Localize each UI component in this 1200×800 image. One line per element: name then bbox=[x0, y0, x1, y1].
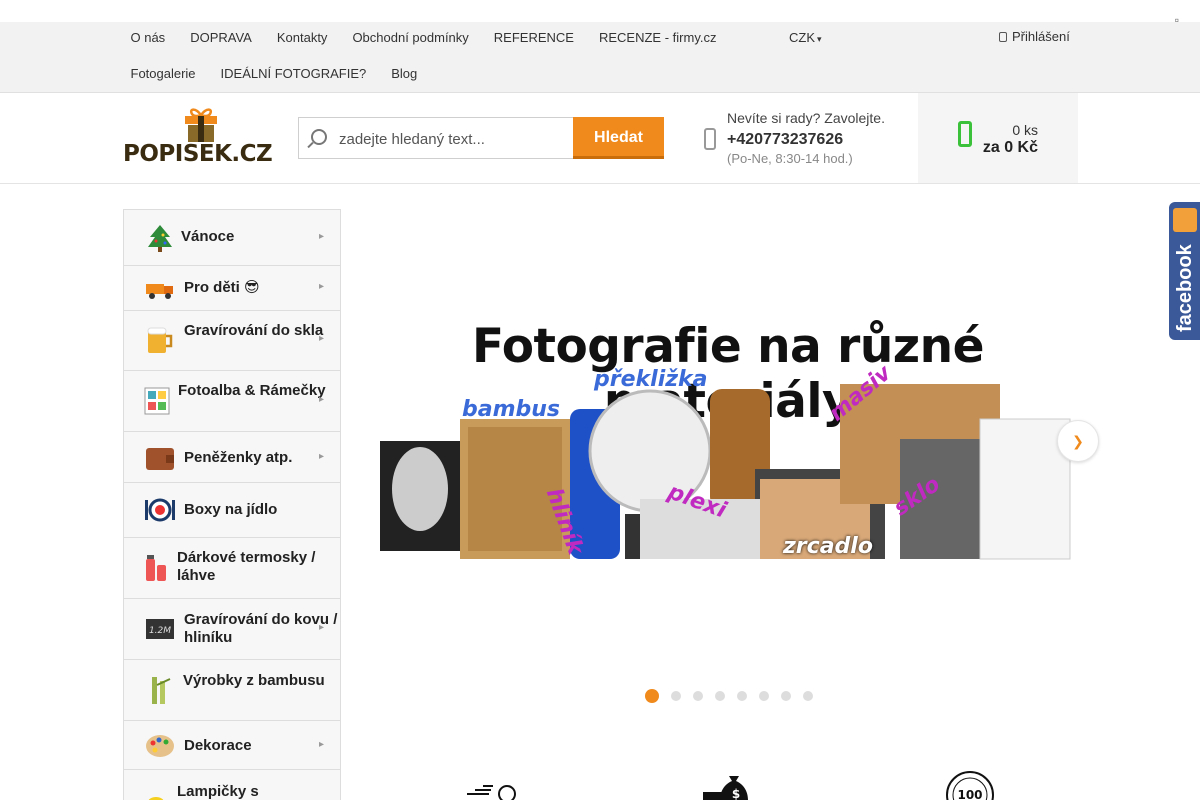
login-link[interactable]: Přihlášení bbox=[999, 29, 1070, 44]
sidebar-item-christmas[interactable]: Vánoce ▸ bbox=[124, 210, 340, 266]
sidebar-item-label: Dekorace bbox=[184, 737, 252, 754]
lock-icon bbox=[999, 32, 1007, 42]
nav-row-2: Fotogalerie IDEÁLNÍ FOTOGRAFIE? Blog bbox=[118, 66, 430, 81]
sidebar-item-decorations[interactable]: Dekorace ▸ bbox=[124, 721, 340, 770]
wallet-icon bbox=[146, 448, 174, 470]
category-sidebar: Vánoce ▸ Pro děti 😎 ▸ Gravírování do skl… bbox=[123, 209, 341, 800]
chevron-right-icon: ▸ bbox=[318, 394, 324, 405]
carousel-dot[interactable] bbox=[693, 691, 703, 701]
sidebar-item-lunch-boxes[interactable]: Boxy na jídlo bbox=[124, 483, 340, 538]
bamboo-icon bbox=[152, 677, 171, 704]
carousel-dot[interactable] bbox=[645, 689, 659, 703]
sidebar-item-label: Boxy na jídlo bbox=[184, 501, 278, 518]
guarantee-badge-icon: 100 bbox=[946, 771, 994, 800]
svg-text:1.2M: 1.2M bbox=[149, 626, 171, 636]
svg-text:100: 100 bbox=[957, 788, 982, 800]
cart-total: za 0 Kč bbox=[982, 139, 1038, 156]
top-strip: ▫ bbox=[0, 0, 1200, 27]
facebook-label: facebook bbox=[1174, 244, 1196, 332]
phone-number[interactable]: +420773237626 bbox=[727, 131, 843, 149]
nav-item-shipping[interactable]: DOPRAVA bbox=[178, 30, 265, 45]
svg-text:$: $ bbox=[732, 787, 740, 800]
chevron-right-icon: ▸ bbox=[318, 231, 324, 242]
carousel-dot[interactable] bbox=[737, 691, 747, 701]
sidebar-item-kids[interactable]: Pro děti 😎 ▸ bbox=[124, 266, 340, 311]
top-navigation: O nás DOPRAVA Kontakty Obchodní podmínky… bbox=[0, 22, 1200, 93]
hero-carousel: Fotografie na různé materiály bambus pře… bbox=[341, 209, 1200, 719]
search-button[interactable]: Hledat bbox=[573, 117, 664, 159]
sidebar-item-label: Dárkové termosky / láhve bbox=[177, 549, 316, 584]
search-icon bbox=[311, 129, 327, 145]
currency-label: CZK bbox=[789, 30, 815, 45]
carousel-dots bbox=[645, 689, 825, 703]
phone-icon bbox=[704, 128, 716, 150]
nav-row-1: O nás DOPRAVA Kontakty Obchodní podmínky… bbox=[118, 30, 729, 45]
nav-item-contacts[interactable]: Kontakty bbox=[264, 30, 340, 45]
material-tag: překližka bbox=[594, 367, 708, 392]
search-input[interactable] bbox=[339, 128, 569, 150]
material-tag: bambus bbox=[462, 397, 561, 422]
header: POPISEK.CZ Hledat Nevíte si rady? Zavole… bbox=[0, 93, 1200, 184]
carousel-dot[interactable] bbox=[715, 691, 725, 701]
sidebar-item-label: Vánoce bbox=[181, 228, 235, 245]
banner-slide[interactable]: Fotografie na různé materiály bambus pře… bbox=[380, 319, 1077, 561]
currency-selector[interactable]: CZK ▾ bbox=[789, 30, 822, 45]
nav-item-references[interactable]: REFERENCE bbox=[481, 30, 586, 45]
carousel-dot[interactable] bbox=[781, 691, 791, 701]
chevron-right-icon: ▸ bbox=[318, 333, 324, 344]
nav-item-ideal-photo[interactable]: IDEÁLNÍ FOTOGRAFIE? bbox=[208, 66, 379, 81]
lunch-box-icon bbox=[145, 498, 175, 522]
search-field-wrap bbox=[298, 117, 574, 159]
carousel-dot[interactable] bbox=[671, 691, 681, 701]
sidebar-item-label: Výrobky z bambusu bbox=[183, 672, 325, 689]
nav-item-about[interactable]: O nás bbox=[118, 30, 178, 45]
sidebar-item-wallets[interactable]: Peněženky atp. ▸ bbox=[124, 432, 340, 483]
sidebar-item-label: Gravírování do kovu / hliníku bbox=[184, 611, 338, 646]
cart-quantity: 0 ks bbox=[1012, 122, 1038, 138]
carousel-dot[interactable] bbox=[759, 691, 769, 701]
metal-plate-icon: 1.2M bbox=[146, 619, 174, 639]
sidebar-item-label: Gravírování do skla bbox=[184, 322, 324, 339]
nav-item-terms[interactable]: Obchodní podmínky bbox=[340, 30, 481, 45]
sidebar-item-thermoses[interactable]: Dárkové termosky / láhve bbox=[124, 538, 340, 599]
material-tag: zrcadlo bbox=[783, 534, 873, 559]
sidebar-item-label: Pro děti 😎 bbox=[184, 279, 260, 296]
chevron-right-icon: ▸ bbox=[318, 622, 324, 633]
sidebar-item-label: Fotoalba & Rámečky bbox=[178, 382, 326, 399]
facebook-box-icon bbox=[1173, 208, 1197, 232]
nav-item-reviews[interactable]: RECENZE - firmy.cz bbox=[586, 30, 728, 45]
sidebar-item-bamboo[interactable]: Výrobky z bambusu bbox=[124, 660, 340, 721]
chevron-right-icon: ▸ bbox=[318, 739, 324, 750]
fast-delivery-icon bbox=[467, 785, 516, 800]
carousel-dot[interactable] bbox=[803, 691, 813, 701]
carousel-next-button[interactable]: ❯ bbox=[1057, 420, 1099, 462]
beer-mug-icon bbox=[147, 327, 173, 353]
sidebar-item-metal-engraving[interactable]: 1.2M Gravírování do kovu / hliníku ▸ bbox=[124, 599, 340, 660]
nav-item-blog[interactable]: Blog bbox=[379, 66, 430, 81]
palette-icon bbox=[146, 735, 174, 757]
chevron-right-icon: ▸ bbox=[318, 281, 324, 292]
help-question: Nevíte si rady? Zavolejte. bbox=[727, 110, 885, 126]
facebook-tab[interactable]: facebook bbox=[1169, 202, 1200, 340]
photo-album-icon bbox=[144, 387, 170, 415]
nav-item-gallery[interactable]: Fotogalerie bbox=[118, 66, 208, 81]
logo[interactable]: POPISEK.CZ bbox=[123, 107, 283, 169]
thermos-icon bbox=[146, 555, 166, 581]
search-form: Hledat bbox=[298, 117, 664, 159]
opening-hours: (Po-Ne, 8:30-14 hod.) bbox=[727, 151, 853, 166]
chevron-right-icon: ▸ bbox=[318, 451, 324, 462]
sidebar-item-label: Peněženky atp. bbox=[184, 449, 293, 466]
christmas-tree-icon bbox=[148, 225, 172, 252]
cart-icon bbox=[958, 121, 972, 147]
gift-icon bbox=[185, 108, 217, 142]
toy-truck-icon bbox=[146, 284, 173, 299]
chevron-down-icon: ▾ bbox=[817, 34, 822, 44]
sidebar-item-glass-engraving[interactable]: Gravírování do skla ▸ bbox=[124, 311, 340, 371]
login-label: Přihlášení bbox=[1012, 29, 1070, 44]
logo-text: POPISEK.CZ bbox=[123, 141, 273, 167]
money-bag-icon: $ bbox=[703, 776, 748, 800]
cart-widget[interactable]: 0 ks za 0 Kč bbox=[918, 93, 1078, 183]
sidebar-item-photo-albums[interactable]: Fotoalba & Rámečky ▸ bbox=[124, 371, 340, 432]
feature-icons: $ 100 bbox=[0, 770, 1200, 800]
